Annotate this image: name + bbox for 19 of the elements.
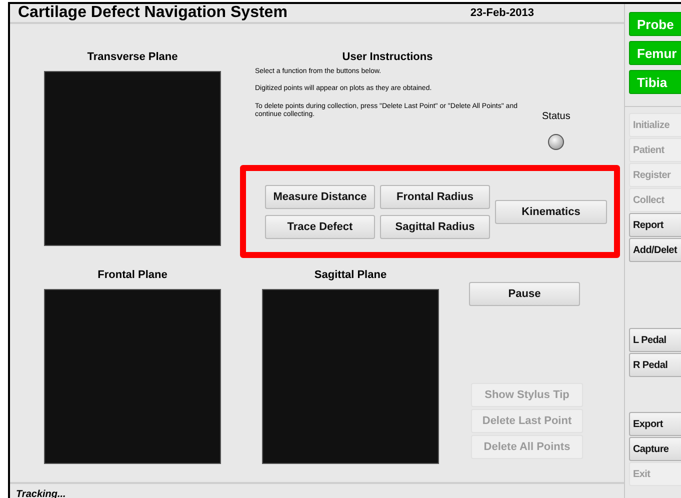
plot-title: Sagittal Plane: [314, 269, 387, 283]
function-button[interactable]: Kinematics: [495, 200, 607, 224]
date-label: 23-Feb-2013: [470, 7, 534, 19]
sidebar-button[interactable]: Add/Delet: [629, 238, 681, 262]
status-label: Status: [542, 111, 570, 122]
window-title: Cartilage Defect Navigation System: [18, 4, 288, 22]
function-button[interactable]: Frontal Radius: [380, 184, 490, 208]
sidebar-button[interactable]: Capture: [629, 437, 681, 461]
function-button[interactable]: Sagittal Radius: [380, 214, 490, 238]
sidebar-button[interactable]: Report: [629, 213, 681, 237]
instructions-title: User Instructions: [341, 51, 434, 63]
plot-title: Frontal Plane: [98, 269, 168, 283]
function-button[interactable]: Trace Defect: [265, 214, 375, 238]
pause-button[interactable]: Pause: [469, 282, 580, 306]
function-button[interactable]: Measure Distance: [265, 184, 375, 208]
sidebar-button[interactable]: Export: [629, 412, 681, 436]
plot-title: Transverse Plane: [87, 51, 178, 65]
sidebar-button[interactable]: L Pedal: [629, 328, 681, 352]
sidebar-button[interactable]: R Pedal: [629, 353, 681, 377]
